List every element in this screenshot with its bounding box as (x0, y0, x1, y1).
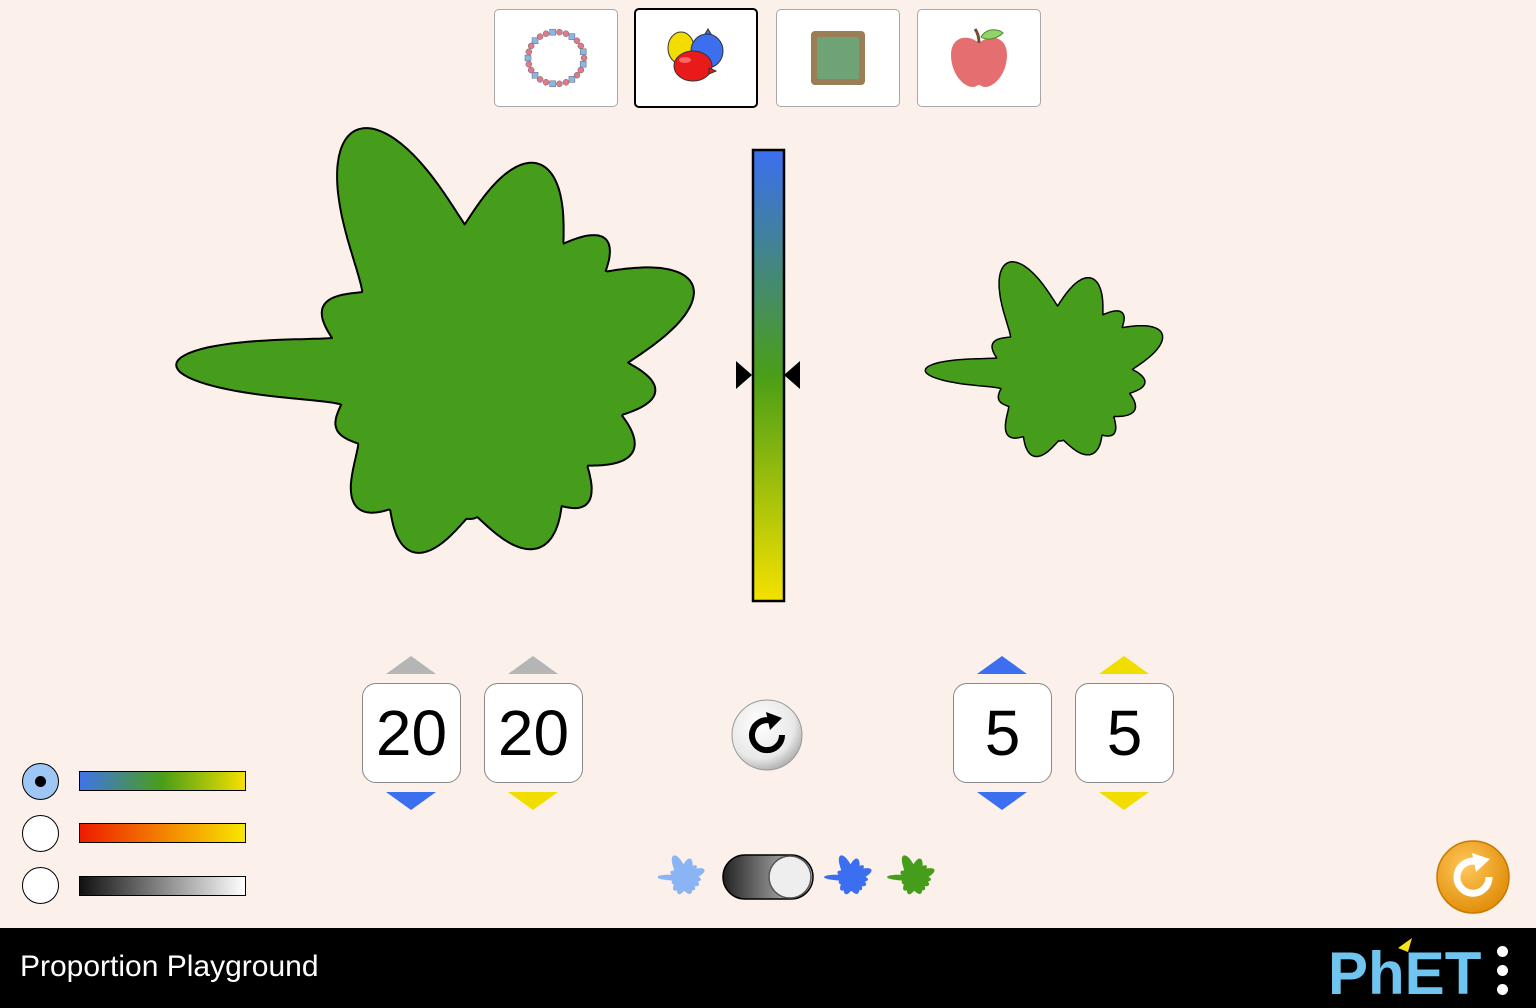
view-toggle-switch[interactable] (722, 854, 814, 900)
right-blue-count: 5 (953, 683, 1052, 783)
color-scheme-radio-red-yellow[interactable] (22, 815, 59, 852)
navigation-bar: Proportion Playground PhET (0, 928, 1536, 1008)
color-scheme-radio-black-white[interactable] (22, 867, 59, 904)
right-blue-decrement-button[interactable] (977, 792, 1027, 810)
color-scheme-swatch-blue-yellow[interactable] (79, 771, 246, 791)
view-toggle-group (658, 854, 935, 900)
blue-splotch-icon (824, 855, 872, 895)
right-yellow-increment-button[interactable] (1099, 656, 1149, 674)
color-scheme-radio-blue-yellow[interactable] (22, 763, 59, 800)
left-yellow-increment-button[interactable] (508, 656, 558, 674)
left-blue-increment-button[interactable] (386, 656, 436, 674)
light-blue-splotch-icon (658, 855, 705, 895)
phet-logo[interactable]: PhET (1328, 934, 1483, 1000)
left-blue-decrement-button[interactable] (386, 792, 436, 810)
right-yellow-count: 5 (1075, 683, 1174, 783)
color-bar-marker (736, 361, 800, 389)
color-scheme-swatch-red-yellow[interactable] (79, 823, 246, 843)
left-paint-splotch[interactable] (175, 127, 695, 554)
right-yellow-decrement-button[interactable] (1099, 792, 1149, 810)
right-paint-splotch[interactable] (924, 261, 1164, 458)
green-splotch-icon (887, 855, 935, 895)
right-blue-increment-button[interactable] (977, 656, 1027, 674)
color-scheme-swatch-black-white[interactable] (79, 876, 246, 896)
left-blue-count: 20 (362, 683, 461, 783)
refresh-button[interactable] (730, 698, 806, 774)
reset-all-button[interactable] (1434, 838, 1512, 916)
sim-title: Proportion Playground (20, 950, 319, 983)
phet-menu-button[interactable] (1490, 946, 1516, 996)
left-yellow-decrement-button[interactable] (508, 792, 558, 810)
left-yellow-count: 20 (484, 683, 583, 783)
